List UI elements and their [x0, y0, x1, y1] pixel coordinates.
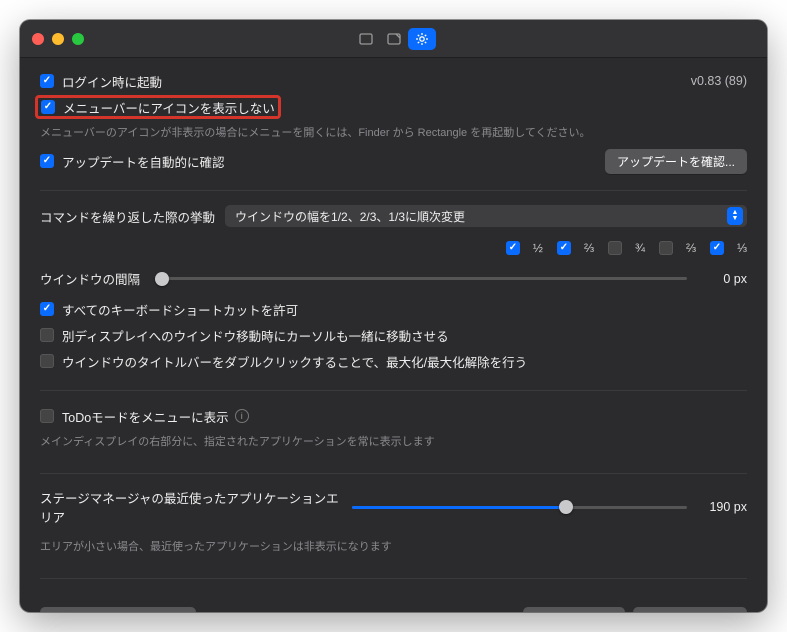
gap-slider[interactable] [162, 271, 687, 287]
titlebar [20, 20, 767, 58]
gap-track [162, 277, 687, 280]
export-label: エクスポート [663, 611, 735, 612]
hide-menubar-icon-label: メニューバーにアイコンを表示しない [63, 98, 275, 117]
fraction-twothirds-checkbox[interactable] [557, 241, 571, 255]
todo-helper: メインディスプレイの右部分に、指定されたアプリケーションを常に表示します [40, 433, 747, 449]
move-cursor-checkbox[interactable] [40, 328, 54, 342]
separator-1 [40, 190, 747, 191]
fraction-threequarters-checkbox[interactable] [608, 241, 622, 255]
import-button[interactable]: インポート [523, 607, 625, 612]
hide-menubar-icon-checkbox[interactable] [41, 100, 55, 114]
launch-at-login-row: ログイン時に起動 v0.83 (89) [40, 70, 747, 92]
reset-shortcuts-button[interactable]: ショートカットを初期化 [40, 607, 196, 612]
fraction-onethird-checkbox[interactable] [710, 241, 724, 255]
window-controls [32, 33, 84, 45]
footer: ショートカットを初期化 インポート エクスポート [40, 593, 747, 612]
auto-update-checkbox[interactable] [40, 154, 54, 168]
fraction-twothirds2-checkbox[interactable] [659, 241, 673, 255]
export-button[interactable]: エクスポート [633, 607, 747, 612]
highlight-box: メニューバーにアイコンを表示しない [35, 95, 281, 119]
zoom-button[interactable] [72, 33, 84, 45]
stage-value: 190 px [699, 500, 747, 514]
allow-shortcuts-row: すべてのキーボードショートカットを許可 [40, 298, 747, 320]
version-label: v0.83 (89) [691, 74, 747, 88]
settings-window: ログイン時に起動 v0.83 (89) メニューバーにアイコンを表示しない メニ… [20, 20, 767, 612]
check-updates-button[interactable]: アップデートを確認... [605, 149, 747, 174]
info-icon[interactable]: i [235, 409, 249, 423]
doubleclick-label: ウインドウのタイトルバーをダブルクリックすることで、最大化/最大化解除を行う [62, 352, 527, 371]
reset-shortcuts-label: ショートカットを初期化 [52, 611, 184, 612]
move-cursor-row: 別ディスプレイへのウインドウ移動時にカーソルも一緒に移動させる [40, 324, 747, 346]
hide-menubar-icon-row: メニューバーにアイコンを表示しない [40, 96, 747, 118]
doubleclick-checkbox[interactable] [40, 354, 54, 368]
stage-label: ステージマネージャの最近使ったアプリケーションエリア [40, 488, 340, 526]
separator-2 [40, 390, 747, 391]
repeat-dropdown[interactable]: ウインドウの幅を1/2、2/3、1/3に順次変更 ▲▼ [225, 205, 747, 227]
fraction-half-label: ½ [533, 241, 543, 255]
check-updates-label: アップデートを確認... [617, 153, 735, 170]
gap-label: ウインドウの間隔 [40, 269, 150, 288]
repeat-label: コマンドを繰り返した際の挙動 [40, 207, 215, 226]
dropdown-arrows-icon: ▲▼ [727, 207, 743, 225]
allow-shortcuts-checkbox[interactable] [40, 302, 54, 316]
fraction-threequarters-label: ¾ [635, 241, 645, 255]
repeat-row: コマンドを繰り返した際の挙動 ウインドウの幅を1/2、2/3、1/3に順次変更 … [40, 205, 747, 227]
gap-row: ウインドウの間隔 0 px [40, 269, 747, 288]
todo-label: ToDoモードをメニューに表示 [62, 407, 229, 426]
separator-3 [40, 473, 747, 474]
tab-shortcuts[interactable] [352, 28, 380, 50]
launch-at-login-checkbox[interactable] [40, 74, 54, 88]
tab-snap[interactable] [380, 28, 408, 50]
import-label: インポート [553, 611, 613, 612]
gap-value: 0 px [699, 272, 747, 286]
fraction-twothirds-label: ⅔ [584, 241, 594, 255]
move-cursor-label: 別ディスプレイへのウインドウ移動時にカーソルも一緒に移動させる [62, 326, 449, 345]
stage-track-fill [352, 506, 566, 509]
fraction-onethird-label: ⅓ [737, 241, 747, 255]
fraction-twothirds2-label: ⅔ [686, 241, 696, 255]
auto-update-row: アップデートを自動的に確認 アップデートを確認... [40, 150, 747, 172]
toolbar-tabs [352, 28, 436, 50]
stage-thumb[interactable] [559, 500, 573, 514]
fraction-row: ½ ⅔ ¾ ⅔ ⅓ [40, 241, 747, 255]
stage-slider[interactable] [352, 499, 687, 515]
launch-at-login-label: ログイン時に起動 [62, 72, 162, 91]
fraction-half-checkbox[interactable] [506, 241, 520, 255]
tab-settings[interactable] [408, 28, 436, 50]
minimize-button[interactable] [52, 33, 64, 45]
doubleclick-row: ウインドウのタイトルバーをダブルクリックすることで、最大化/最大化解除を行う [40, 350, 747, 372]
todo-row: ToDoモードをメニューに表示 i [40, 405, 747, 427]
content: ログイン時に起動 v0.83 (89) メニューバーにアイコンを表示しない メニ… [20, 58, 767, 612]
stage-row: ステージマネージャの最近使ったアプリケーションエリア 190 px [40, 488, 747, 526]
separator-4 [40, 578, 747, 579]
todo-checkbox[interactable] [40, 409, 54, 423]
gap-thumb[interactable] [155, 272, 169, 286]
close-button[interactable] [32, 33, 44, 45]
stage-helper: エリアが小さい場合、最近使ったアプリケーションは非表示になります [40, 538, 747, 554]
allow-shortcuts-label: すべてのキーボードショートカットを許可 [62, 300, 298, 319]
auto-update-label: アップデートを自動的に確認 [62, 152, 225, 171]
repeat-selected: ウインドウの幅を1/2、2/3、1/3に順次変更 [235, 208, 465, 225]
hide-menubar-icon-helper: メニューバーのアイコンが非表示の場合にメニューを開くには、Finder から R… [40, 124, 747, 140]
